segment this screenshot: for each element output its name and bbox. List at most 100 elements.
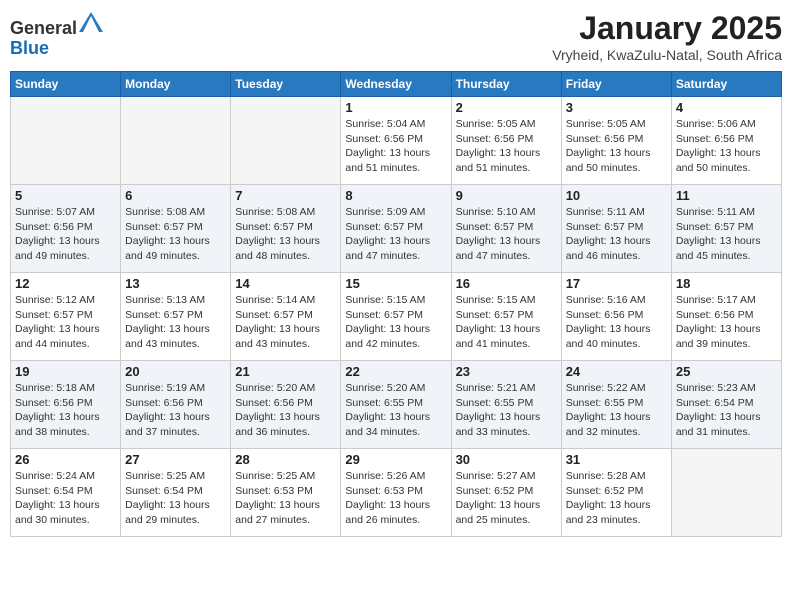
- weekday-header-row: SundayMondayTuesdayWednesdayThursdayFrid…: [11, 72, 782, 97]
- day-info: Sunrise: 5:15 AM Sunset: 6:57 PM Dayligh…: [456, 293, 557, 352]
- day-number: 9: [456, 188, 557, 203]
- day-info: Sunrise: 5:22 AM Sunset: 6:55 PM Dayligh…: [566, 381, 667, 440]
- calendar-cell: 4 Sunrise: 5:06 AM Sunset: 6:56 PM Daylig…: [671, 97, 781, 185]
- calendar-cell: 15 Sunrise: 5:15 AM Sunset: 6:57 PM Dayli…: [341, 273, 451, 361]
- day-number: 20: [125, 364, 226, 379]
- day-info: Sunrise: 5:10 AM Sunset: 6:57 PM Dayligh…: [456, 205, 557, 264]
- month-title: January 2025: [552, 10, 782, 47]
- day-info: Sunrise: 5:17 AM Sunset: 6:56 PM Dayligh…: [676, 293, 777, 352]
- calendar-week-row: 1 Sunrise: 5:04 AM Sunset: 6:56 PM Daylig…: [11, 97, 782, 185]
- day-info: Sunrise: 5:19 AM Sunset: 6:56 PM Dayligh…: [125, 381, 226, 440]
- calendar-cell: 22 Sunrise: 5:20 AM Sunset: 6:55 PM Dayli…: [341, 361, 451, 449]
- day-number: 1: [345, 100, 446, 115]
- day-info: Sunrise: 5:07 AM Sunset: 6:56 PM Dayligh…: [15, 205, 116, 264]
- calendar-cell: 5 Sunrise: 5:07 AM Sunset: 6:56 PM Daylig…: [11, 185, 121, 273]
- weekday-header-monday: Monday: [121, 72, 231, 97]
- day-number: 16: [456, 276, 557, 291]
- day-number: 22: [345, 364, 446, 379]
- day-info: Sunrise: 5:25 AM Sunset: 6:54 PM Dayligh…: [125, 469, 226, 528]
- day-info: Sunrise: 5:13 AM Sunset: 6:57 PM Dayligh…: [125, 293, 226, 352]
- day-info: Sunrise: 5:18 AM Sunset: 6:56 PM Dayligh…: [15, 381, 116, 440]
- day-number: 19: [15, 364, 116, 379]
- calendar-cell: 2 Sunrise: 5:05 AM Sunset: 6:56 PM Daylig…: [451, 97, 561, 185]
- calendar-cell: 31Sunrise: 5:28 AM Sunset: 6:52 PM Dayli…: [561, 449, 671, 537]
- day-number: 29: [345, 452, 446, 467]
- logo-general: General: [10, 18, 77, 38]
- day-info: Sunrise: 5:11 AM Sunset: 6:57 PM Dayligh…: [676, 205, 777, 264]
- calendar-cell: 26Sunrise: 5:24 AM Sunset: 6:54 PM Dayli…: [11, 449, 121, 537]
- logo-text: General: [10, 10, 103, 39]
- calendar-cell: 6Sunrise: 5:08 AM Sunset: 6:57 PM Daylig…: [121, 185, 231, 273]
- day-number: 25: [676, 364, 777, 379]
- day-info: Sunrise: 5:26 AM Sunset: 6:53 PM Dayligh…: [345, 469, 446, 528]
- day-number: 10: [566, 188, 667, 203]
- calendar-cell: 28 Sunrise: 5:25 AM Sunset: 6:53 PM Dayli…: [231, 449, 341, 537]
- day-number: 2: [456, 100, 557, 115]
- day-number: 11: [676, 188, 777, 203]
- day-info: Sunrise: 5:09 AM Sunset: 6:57 PM Dayligh…: [345, 205, 446, 264]
- calendar-cell: 30Sunrise: 5:27 AM Sunset: 6:52 PM Dayli…: [451, 449, 561, 537]
- calendar-cell: 12 Sunrise: 5:12 AM Sunset: 6:57 PM Dayli…: [11, 273, 121, 361]
- day-number: 24: [566, 364, 667, 379]
- calendar-cell: 14Sunrise: 5:14 AM Sunset: 6:57 PM Dayli…: [231, 273, 341, 361]
- logo: General Blue: [10, 10, 103, 59]
- day-info: Sunrise: 5:20 AM Sunset: 6:55 PM Dayligh…: [345, 381, 446, 440]
- calendar-cell: 9 Sunrise: 5:10 AM Sunset: 6:57 PM Daylig…: [451, 185, 561, 273]
- calendar-week-row: 5 Sunrise: 5:07 AM Sunset: 6:56 PM Daylig…: [11, 185, 782, 273]
- weekday-header-tuesday: Tuesday: [231, 72, 341, 97]
- calendar-cell: 10 Sunrise: 5:11 AM Sunset: 6:57 PM Dayli…: [561, 185, 671, 273]
- calendar-cell: 11 Sunrise: 5:11 AM Sunset: 6:57 PM Dayli…: [671, 185, 781, 273]
- day-number: 28: [235, 452, 336, 467]
- day-info: Sunrise: 5:12 AM Sunset: 6:57 PM Dayligh…: [15, 293, 116, 352]
- calendar-cell: 8 Sunrise: 5:09 AM Sunset: 6:57 PM Daylig…: [341, 185, 451, 273]
- calendar-cell: 24 Sunrise: 5:22 AM Sunset: 6:55 PM Dayli…: [561, 361, 671, 449]
- calendar-cell: 25 Sunrise: 5:23 AM Sunset: 6:54 PM Dayli…: [671, 361, 781, 449]
- day-info: Sunrise: 5:25 AM Sunset: 6:53 PM Dayligh…: [235, 469, 336, 528]
- day-number: 14: [235, 276, 336, 291]
- calendar-table: SundayMondayTuesdayWednesdayThursdayFrid…: [10, 71, 782, 537]
- day-number: 30: [456, 452, 557, 467]
- day-info: Sunrise: 5:05 AM Sunset: 6:56 PM Dayligh…: [566, 117, 667, 176]
- day-number: 8: [345, 188, 446, 203]
- day-number: 26: [15, 452, 116, 467]
- day-info: Sunrise: 5:11 AM Sunset: 6:57 PM Dayligh…: [566, 205, 667, 264]
- calendar-cell: [671, 449, 781, 537]
- day-info: Sunrise: 5:23 AM Sunset: 6:54 PM Dayligh…: [676, 381, 777, 440]
- day-info: Sunrise: 5:05 AM Sunset: 6:56 PM Dayligh…: [456, 117, 557, 176]
- day-number: 15: [345, 276, 446, 291]
- day-number: 23: [456, 364, 557, 379]
- day-info: Sunrise: 5:15 AM Sunset: 6:57 PM Dayligh…: [345, 293, 446, 352]
- logo-blue-text: Blue: [10, 39, 103, 59]
- calendar-cell: 7 Sunrise: 5:08 AM Sunset: 6:57 PM Daylig…: [231, 185, 341, 273]
- page-header: General Blue January 2025 Vryheid, KwaZu…: [10, 10, 782, 63]
- day-info: Sunrise: 5:04 AM Sunset: 6:56 PM Dayligh…: [345, 117, 446, 176]
- calendar-cell: 13 Sunrise: 5:13 AM Sunset: 6:57 PM Dayli…: [121, 273, 231, 361]
- day-number: 5: [15, 188, 116, 203]
- day-number: 21: [235, 364, 336, 379]
- day-number: 12: [15, 276, 116, 291]
- calendar-cell: 18 Sunrise: 5:17 AM Sunset: 6:56 PM Dayli…: [671, 273, 781, 361]
- weekday-header-sunday: Sunday: [11, 72, 121, 97]
- day-info: Sunrise: 5:16 AM Sunset: 6:56 PM Dayligh…: [566, 293, 667, 352]
- day-number: 7: [235, 188, 336, 203]
- weekday-header-thursday: Thursday: [451, 72, 561, 97]
- logo-icon: [79, 10, 103, 34]
- calendar-cell: 29 Sunrise: 5:26 AM Sunset: 6:53 PM Dayli…: [341, 449, 451, 537]
- calendar-cell: 3Sunrise: 5:05 AM Sunset: 6:56 PM Daylig…: [561, 97, 671, 185]
- day-info: Sunrise: 5:08 AM Sunset: 6:57 PM Dayligh…: [235, 205, 336, 264]
- day-number: 13: [125, 276, 226, 291]
- day-number: 27: [125, 452, 226, 467]
- calendar-week-row: 26Sunrise: 5:24 AM Sunset: 6:54 PM Dayli…: [11, 449, 782, 537]
- day-number: 18: [676, 276, 777, 291]
- day-info: Sunrise: 5:20 AM Sunset: 6:56 PM Dayligh…: [235, 381, 336, 440]
- calendar-cell: 17Sunrise: 5:16 AM Sunset: 6:56 PM Dayli…: [561, 273, 671, 361]
- day-number: 4: [676, 100, 777, 115]
- calendar-cell: [121, 97, 231, 185]
- day-number: 31: [566, 452, 667, 467]
- day-info: Sunrise: 5:06 AM Sunset: 6:56 PM Dayligh…: [676, 117, 777, 176]
- day-info: Sunrise: 5:08 AM Sunset: 6:57 PM Dayligh…: [125, 205, 226, 264]
- calendar-cell: 19 Sunrise: 5:18 AM Sunset: 6:56 PM Dayli…: [11, 361, 121, 449]
- calendar-week-row: 19 Sunrise: 5:18 AM Sunset: 6:56 PM Dayli…: [11, 361, 782, 449]
- calendar-cell: 20 Sunrise: 5:19 AM Sunset: 6:56 PM Dayli…: [121, 361, 231, 449]
- calendar-cell: 16 Sunrise: 5:15 AM Sunset: 6:57 PM Dayli…: [451, 273, 561, 361]
